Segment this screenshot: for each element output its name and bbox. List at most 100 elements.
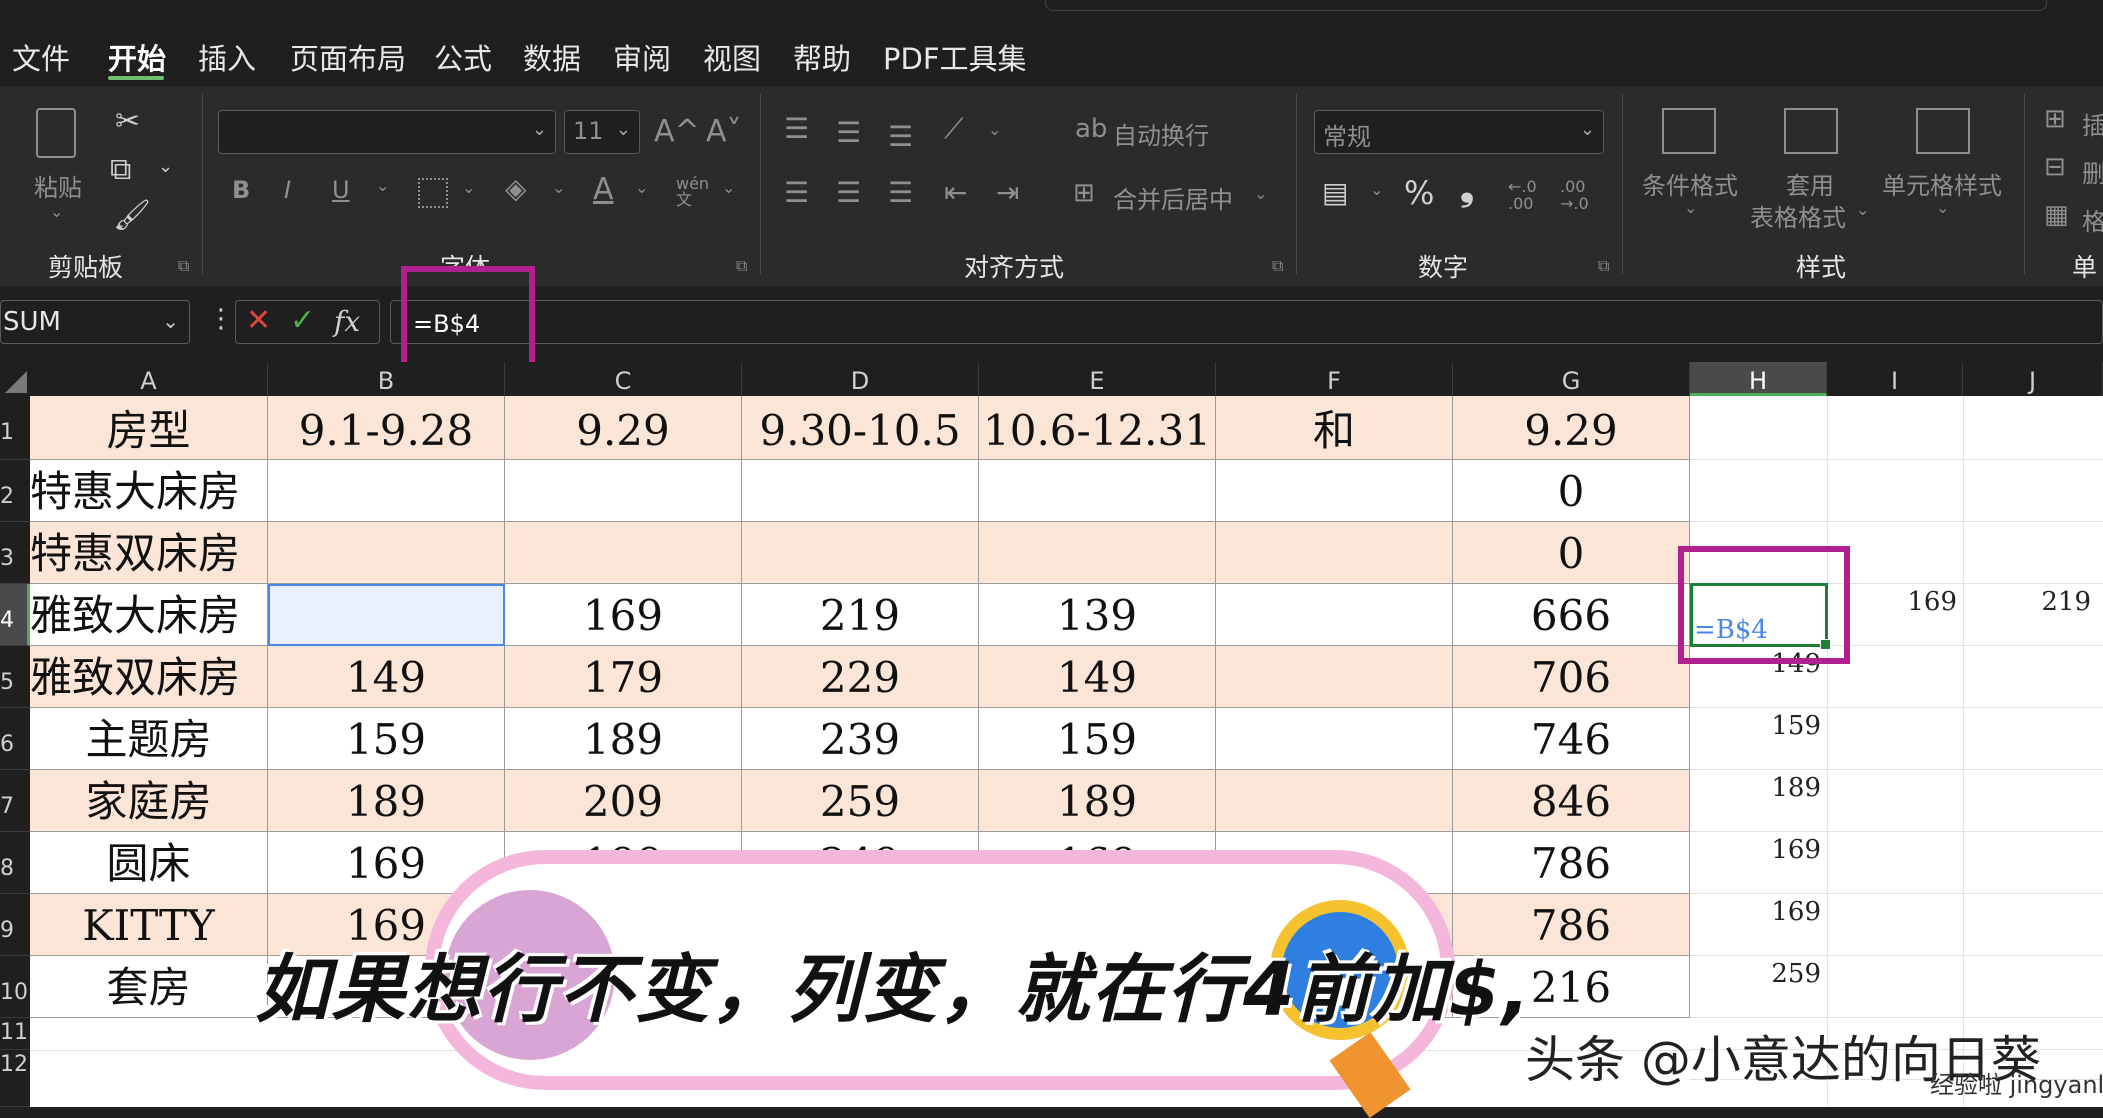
cut-icon[interactable]: ✂	[115, 104, 140, 139]
table-cell[interactable]: 846	[1453, 770, 1690, 832]
table-cell[interactable]: 169	[505, 584, 742, 646]
paste-label[interactable]: 粘贴	[34, 168, 82, 203]
table-cell[interactable]: 159	[979, 708, 1216, 770]
percent-button[interactable]: %	[1404, 174, 1434, 212]
enter-icon[interactable]: ✓	[290, 303, 315, 338]
table-cell[interactable]: 179	[505, 646, 742, 708]
select-all-corner[interactable]	[0, 362, 30, 396]
table-cell[interactable]	[268, 522, 505, 584]
col-header-e[interactable]: E	[979, 362, 1216, 396]
shrink-font-button[interactable]: A˅	[706, 114, 742, 149]
row-header[interactable]: 6	[0, 708, 30, 770]
align-top-icon[interactable]: ☰	[784, 112, 809, 145]
font-size-select[interactable]: 11 ⌄	[564, 110, 640, 154]
table-cell[interactable]	[268, 460, 505, 522]
format-painter-icon[interactable]: 🖌	[113, 198, 151, 233]
table-cell[interactable]: KITTY	[30, 894, 268, 956]
table-format-chevron-icon[interactable]: ⌄	[1856, 200, 1869, 219]
format-cells-icon[interactable]: ▦	[2044, 200, 2069, 230]
table-cell[interactable]	[1216, 460, 1453, 522]
phonetic-chevron-icon[interactable]: ⌄	[722, 178, 735, 197]
table-cell[interactable]: 雅致双床房	[30, 646, 268, 708]
comma-style-button[interactable]: ❟	[1460, 168, 1474, 210]
menu-pdf-tools[interactable]: PDF工具集	[883, 36, 1027, 78]
table-cell[interactable]: 套房	[30, 956, 268, 1018]
cancel-icon[interactable]: ✕	[246, 303, 271, 338]
col-header-b[interactable]: B	[268, 362, 505, 396]
delete-cells-button[interactable]: 删	[2082, 154, 2103, 189]
italic-button[interactable]: I	[284, 176, 291, 204]
wrap-text-button[interactable]: 自动换行	[1113, 116, 1209, 151]
table-cell[interactable]: 0	[1453, 522, 1690, 584]
table-cell[interactable]: 139	[979, 584, 1216, 646]
table-header-cell[interactable]: 9.30-10.5	[742, 396, 979, 460]
table-header-cell[interactable]: 房型	[30, 396, 268, 460]
table-cell[interactable]	[1216, 584, 1453, 646]
fill-chevron-icon[interactable]: ⌄	[552, 178, 565, 197]
table-cell[interactable]: 主题房	[30, 708, 268, 770]
title-search-box[interactable]	[1045, 0, 2047, 11]
clipboard-launcher-icon[interactable]: ⧉	[178, 256, 189, 276]
table-cell[interactable]: 666	[1453, 584, 1690, 646]
table-cell[interactable]: 圆床	[30, 832, 268, 894]
table-cell[interactable]	[979, 522, 1216, 584]
table-header-cell[interactable]: 和	[1216, 396, 1453, 460]
table-cell[interactable]	[742, 460, 979, 522]
insert-cells-button[interactable]: 插	[2082, 106, 2103, 141]
table-cell[interactable]: 149	[268, 646, 505, 708]
menu-home[interactable]: 开始	[108, 36, 166, 78]
table-cell[interactable]: 706	[1453, 646, 1690, 708]
menu-help[interactable]: 帮助	[793, 36, 851, 78]
table-cell[interactable]: 209	[505, 770, 742, 832]
row-header[interactable]: 7	[0, 770, 30, 832]
format-as-table-line1[interactable]: 套用	[1786, 166, 1834, 201]
table-cell[interactable]: 239	[742, 708, 979, 770]
fx-icon[interactable]: fx	[334, 305, 360, 338]
row-header[interactable]: 2	[0, 460, 30, 522]
align-bottom-icon[interactable]: ☰	[888, 120, 913, 153]
cell-styles-icon[interactable]	[1916, 108, 1970, 154]
menu-formulas[interactable]: 公式	[434, 36, 492, 78]
conditional-chevron-icon[interactable]: ⌄	[1684, 198, 1697, 217]
copy-chevron-icon[interactable]: ⌄	[158, 156, 173, 177]
orientation-chevron-icon[interactable]: ⌄	[988, 120, 1001, 139]
font-color-chevron-icon[interactable]: ⌄	[635, 178, 648, 197]
copy-icon[interactable]: ⧉	[110, 152, 131, 187]
table-cell[interactable]: 149	[979, 646, 1216, 708]
table-cell[interactable]: 159	[268, 708, 505, 770]
col-header-j[interactable]: J	[1963, 362, 2103, 396]
table-cell[interactable]: 特惠双床房	[30, 522, 268, 584]
col-header-i[interactable]: I	[1827, 362, 1963, 396]
align-middle-icon[interactable]: ☰	[836, 116, 861, 149]
decrease-indent-icon[interactable]: ⇤	[944, 176, 967, 209]
paste-chevron-icon[interactable]: ⌄	[50, 202, 63, 221]
table-cell[interactable]: 0	[1453, 460, 1690, 522]
table-cell[interactable]	[742, 522, 979, 584]
table-header-cell[interactable]: 10.6-12.31	[979, 396, 1216, 460]
align-left-icon[interactable]: ☰	[784, 176, 809, 209]
number-launcher-icon[interactable]: ⧉	[1598, 256, 1609, 276]
phonetic-button[interactable]: wén 文	[676, 176, 709, 208]
format-as-table-line2[interactable]: 表格格式	[1750, 198, 1846, 233]
align-right-icon[interactable]: ☰	[888, 176, 913, 209]
table-cell[interactable]: 259	[742, 770, 979, 832]
name-box[interactable]: SUM ⌄	[0, 300, 190, 344]
alignment-launcher-icon[interactable]: ⧉	[1272, 256, 1283, 276]
orientation-icon[interactable]: ⟋	[944, 112, 964, 146]
table-cell[interactable]: 189	[505, 708, 742, 770]
row-header[interactable]: 9	[0, 894, 30, 956]
align-center-icon[interactable]: ☰	[836, 176, 861, 209]
delete-cells-icon[interactable]: ⊟	[2044, 152, 2066, 182]
borders-icon[interactable]	[418, 178, 448, 208]
table-cell[interactable]	[1216, 522, 1453, 584]
table-cell[interactable]: 家庭房	[30, 770, 268, 832]
borders-chevron-icon[interactable]: ⌄	[462, 178, 475, 197]
table-cell[interactable]: 229	[742, 646, 979, 708]
col-header-h[interactable]: H	[1690, 362, 1827, 396]
col-header-c[interactable]: C	[505, 362, 742, 396]
underline-chevron-icon[interactable]: ⌄	[376, 176, 389, 195]
col-header-d[interactable]: D	[742, 362, 979, 396]
increase-decimal-button[interactable]: ←.0 .00	[1508, 178, 1544, 212]
font-name-select[interactable]: ⌄	[218, 110, 556, 154]
table-cell[interactable]	[1216, 770, 1453, 832]
